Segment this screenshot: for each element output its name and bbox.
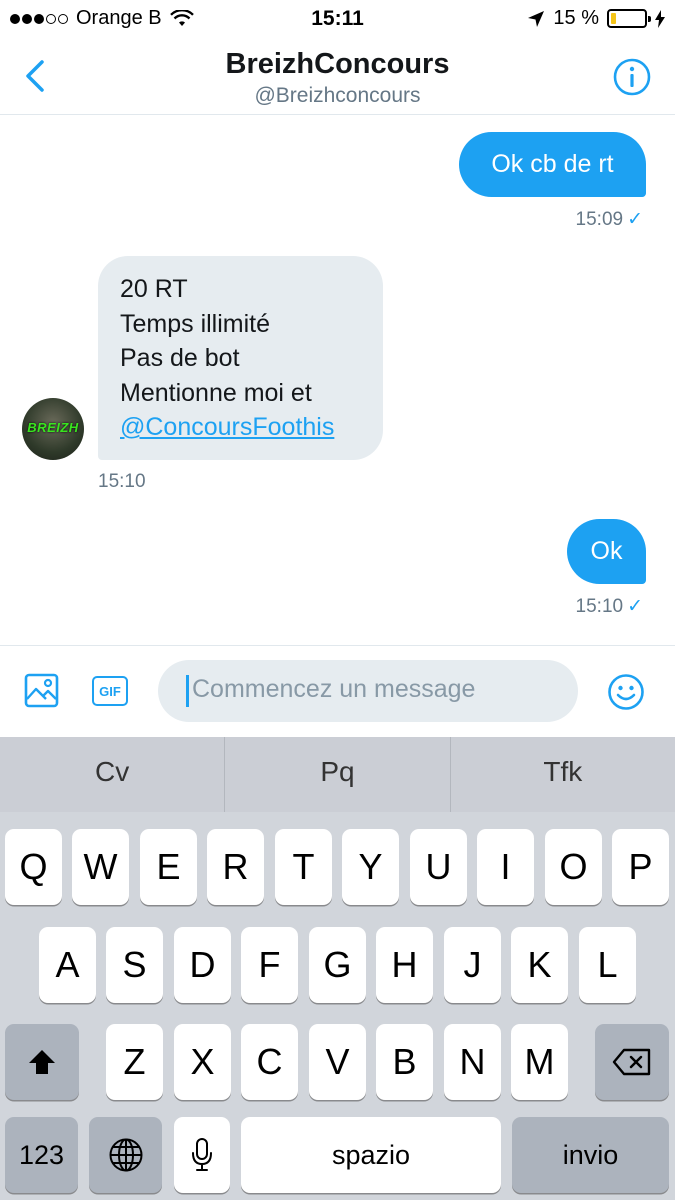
charging-bolt-icon [655,9,665,28]
battery-level-fill [611,13,616,24]
globe-key[interactable] [89,1117,162,1193]
key-e[interactable]: E [140,829,197,905]
prediction-suggestion[interactable]: Tfk [449,737,675,812]
prediction-suggestion[interactable]: Pq [224,737,449,812]
microphone-icon [192,1138,212,1171]
message-line: Mentionne moi et [120,378,312,407]
message-text: Ok cb de rt [491,150,614,178]
dictation-key[interactable] [174,1117,230,1193]
key-s[interactable]: S [106,927,163,1003]
status-bar: Orange B 15:11 15 % [0,0,675,38]
return-key[interactable]: invio [512,1117,669,1193]
status-right: 15 % [527,7,665,30]
message-timestamp: 15:10 [98,471,146,492]
avatar-logo-text: BREIZH [27,420,79,435]
key-m[interactable]: M [511,1024,568,1100]
delete-icon [612,1048,651,1076]
location-arrow-icon [528,10,545,27]
key-w[interactable]: W [72,829,129,905]
conversation-title: BreizhConcours [225,48,450,80]
key-j[interactable]: J [444,927,501,1003]
key-f[interactable]: F [241,927,298,1003]
key-n[interactable]: N [444,1024,501,1100]
conversation-header: BreizhConcours @Breizhconcours [0,38,675,115]
sent-check-icon: ✓ [627,596,643,617]
key-l[interactable]: L [579,927,636,1003]
numbers-key[interactable]: 123 [5,1117,78,1193]
text-caret [186,675,189,707]
message-placeholder: Commencez un message [192,675,476,703]
message-timestamp: 15:09 ✓ [575,209,643,230]
gif-button[interactable]: GIF [92,676,128,706]
prediction-suggestion[interactable]: Cv [0,737,224,812]
key-o[interactable]: O [545,829,602,905]
keyboard: Cv Pq Tfk Q W E R T Y U I O P A S D F G … [0,737,675,1200]
space-key[interactable]: spazio [241,1117,501,1193]
key-a[interactable]: A [39,927,96,1003]
key-k[interactable]: K [511,927,568,1003]
shift-key[interactable] [5,1024,79,1100]
image-icon[interactable] [24,673,59,708]
key-u[interactable]: U [410,829,467,905]
message-line: 20 RT [120,275,188,303]
message-line: Pas de bot [120,344,240,372]
message-input[interactable]: Commencez un message [158,660,578,722]
battery-icon [607,9,651,28]
message-timestamp: 15:10 ✓ [575,596,643,617]
message-text: Ok [590,537,623,565]
key-p[interactable]: P [612,829,669,905]
key-c[interactable]: C [241,1024,298,1100]
sent-message-bubble[interactable]: Ok cb de rt [459,132,646,197]
key-v[interactable]: V [309,1024,366,1100]
gif-label: GIF [99,683,121,699]
backspace-key[interactable] [595,1024,669,1100]
compose-bar: GIF Commencez un message [0,645,675,737]
predictive-bar: Cv Pq Tfk [0,737,675,812]
key-t[interactable]: T [275,829,332,905]
info-icon[interactable] [613,58,651,96]
shift-arrow-icon [29,1050,55,1074]
key-x[interactable]: X [174,1024,231,1100]
received-message-bubble[interactable]: 20 RT Temps illimité Pas de bot Mentionn… [98,256,383,460]
emoji-icon[interactable] [607,673,645,711]
key-h[interactable]: H [376,927,433,1003]
avatar[interactable]: BREIZH [22,398,84,460]
key-q[interactable]: Q [5,829,62,905]
key-y[interactable]: Y [342,829,399,905]
key-b[interactable]: B [376,1024,433,1100]
key-d[interactable]: D [174,927,231,1003]
mention-link[interactable]: @ConcoursFoothis [120,410,361,445]
message-line: Temps illimité [120,309,271,338]
key-r[interactable]: R [207,829,264,905]
conversation-handle: @Breizhconcours [254,84,421,107]
sent-message-bubble[interactable]: Ok [567,519,646,584]
battery-percent: 15 % [553,7,599,29]
globe-icon [109,1138,142,1172]
key-g[interactable]: G [309,927,366,1003]
key-i[interactable]: I [477,829,534,905]
key-z[interactable]: Z [106,1024,163,1100]
sent-check-icon: ✓ [627,209,643,230]
